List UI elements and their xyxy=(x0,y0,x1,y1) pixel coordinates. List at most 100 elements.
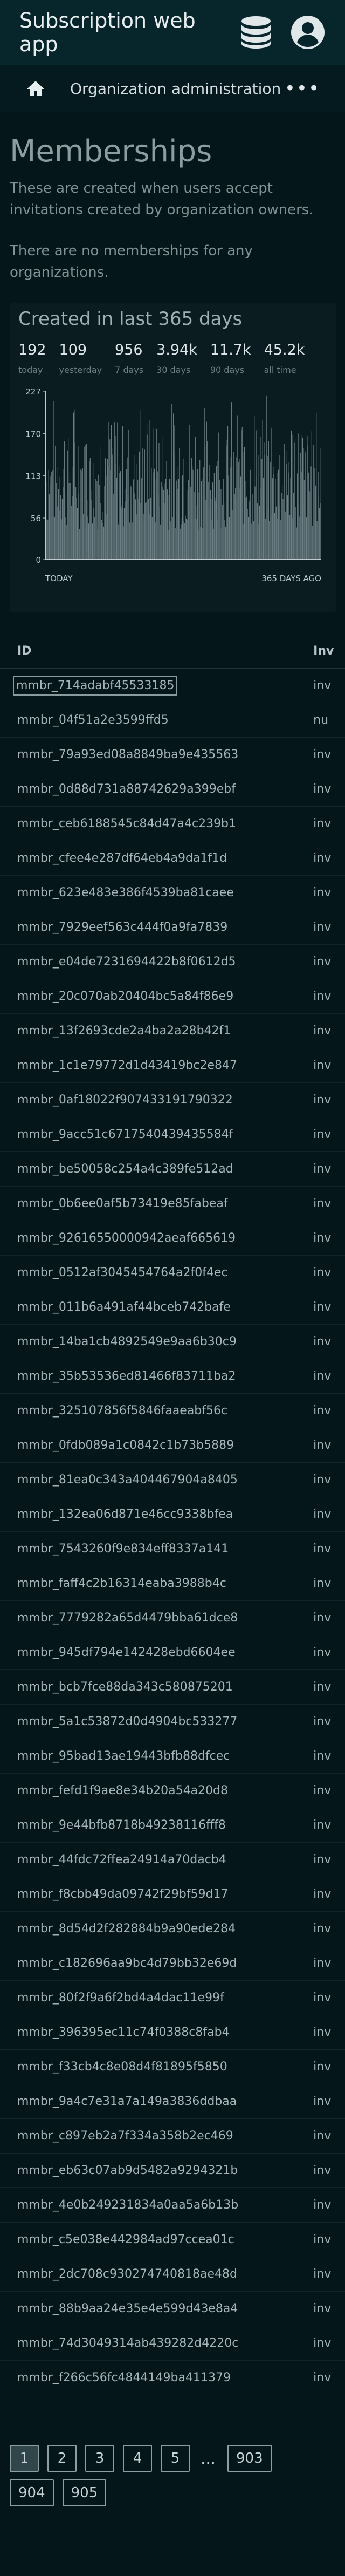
membership-id-cell[interactable]: mmbr_44fdc72ffea24914a70dacb4 xyxy=(17,1853,313,1866)
membership-id-cell[interactable]: mmbr_92616550000942aeaf665619 xyxy=(17,1231,313,1245)
membership-id-link[interactable]: mmbr_f266c56fc4844149ba411379 xyxy=(17,2371,231,2384)
membership-id-cell[interactable]: mmbr_623e483e386f4539ba81caee xyxy=(17,886,313,899)
table-row[interactable]: mmbr_4e0b249231834a0aa5a6b13b inv xyxy=(0,2188,345,2223)
membership-id-link[interactable]: mmbr_13f2693cde2a4ba2a28b42f1 xyxy=(17,1024,231,1038)
membership-id-link[interactable]: mmbr_8d54d2f282884b9a90ede284 xyxy=(17,1922,236,1936)
table-row[interactable]: mmbr_13f2693cde2a4ba2a28b42f1 inv xyxy=(0,1014,345,1048)
membership-id-link[interactable]: mmbr_04f51a2e3599ffd5 xyxy=(17,713,169,727)
membership-id-link[interactable]: mmbr_0512af3045454764a2f0f4ec xyxy=(17,1266,228,1279)
membership-id-link[interactable]: mmbr_35b53536ed81466f83711ba2 xyxy=(17,1369,236,1383)
membership-id-link[interactable]: mmbr_325107856f5846faaeabf56c xyxy=(17,1404,227,1418)
membership-id-cell[interactable]: mmbr_79a93ed08a8849ba9e435563 xyxy=(17,748,313,761)
membership-id-cell[interactable]: mmbr_be50058c254a4c389fe512ad xyxy=(17,1162,313,1176)
table-row[interactable]: mmbr_fefd1f9ae8e34b20a54a20d8 inv xyxy=(0,1774,345,1808)
page-button-5[interactable]: 5 xyxy=(161,2445,190,2472)
membership-id-link[interactable]: mmbr_396395ec11c74f0388c8fab4 xyxy=(17,2026,230,2039)
membership-id-link[interactable]: mmbr_92616550000942aeaf665619 xyxy=(17,1231,236,1245)
membership-id-link[interactable]: mmbr_e04de7231694422b8f0612d5 xyxy=(17,955,236,969)
membership-id-link[interactable]: mmbr_c182696aa9bc4d79bb32e69d xyxy=(17,1957,237,1970)
membership-id-cell[interactable]: mmbr_20c070ab20404bc5a84f86e9 xyxy=(17,990,313,1003)
membership-id-cell[interactable]: mmbr_9e44bfb8718b49238116fff8 xyxy=(17,1818,313,1832)
membership-id-cell[interactable]: mmbr_0512af3045454764a2f0f4ec xyxy=(17,1266,313,1279)
membership-id-link[interactable]: mmbr_011b6a491af44bceb742bafe xyxy=(17,1300,231,1314)
table-row[interactable]: mmbr_7929eef563c444f0a9fa7839 inv xyxy=(0,910,345,945)
table-row[interactable]: mmbr_81ea0c343a404467904a8405 inv xyxy=(0,1463,345,1497)
table-row[interactable]: mmbr_7543260f9e834eff8337a141 inv xyxy=(0,1532,345,1566)
table-row[interactable]: mmbr_f8cbb49da09742f29bf59d17 inv xyxy=(0,1877,345,1912)
membership-id-link[interactable]: mmbr_88b9aa24e35e4e599d43e8a4 xyxy=(17,2302,238,2315)
table-row[interactable]: mmbr_95bad13ae19443bfb88dfcec inv xyxy=(0,1739,345,1774)
table-row[interactable]: mmbr_79a93ed08a8849ba9e435563 inv xyxy=(0,738,345,772)
membership-id-link[interactable]: mmbr_0d88d731a88742629a399ebf xyxy=(17,782,236,796)
membership-id-link[interactable]: mmbr_be50058c254a4c389fe512ad xyxy=(17,1162,233,1176)
membership-id-cell[interactable]: mmbr_4e0b249231834a0aa5a6b13b xyxy=(17,2198,313,2212)
membership-id-link[interactable]: mmbr_623e483e386f4539ba81caee xyxy=(17,886,234,899)
membership-id-cell[interactable]: mmbr_2dc708c930274740818ae48d xyxy=(17,2267,313,2281)
membership-id-cell[interactable]: mmbr_74d3049314ab439282d4220c xyxy=(17,2336,313,2350)
membership-id-cell[interactable]: mmbr_325107856f5846faaeabf56c xyxy=(17,1404,313,1418)
membership-id-cell[interactable]: mmbr_9acc51c6717540439435584f xyxy=(17,1128,313,1141)
membership-id-cell[interactable]: mmbr_9a4c7e31a7a149a3836ddbaa xyxy=(17,2095,313,2108)
table-row[interactable]: mmbr_5a1c53872d0d4904bc533277 inv xyxy=(0,1705,345,1739)
membership-id-link[interactable]: mmbr_44fdc72ffea24914a70dacb4 xyxy=(17,1853,226,1866)
table-row[interactable]: mmbr_2dc708c930274740818ae48d inv xyxy=(0,2257,345,2292)
membership-id-link[interactable]: mmbr_faff4c2b16314eaba3988b4c xyxy=(17,1577,226,1590)
membership-id-cell[interactable]: mmbr_04f51a2e3599ffd5 xyxy=(17,713,313,727)
membership-id-link[interactable]: mmbr_9acc51c6717540439435584f xyxy=(17,1128,233,1141)
membership-id-link[interactable]: mmbr_c5e038e442984ad97cceа01c xyxy=(17,2233,234,2246)
table-row[interactable]: mmbr_9acc51c6717540439435584f inv xyxy=(0,1117,345,1152)
table-row[interactable]: mmbr_011b6a491af44bceb742bafe inv xyxy=(0,1290,345,1325)
table-row[interactable]: mmbr_eb63c07ab9d5482a9294321b inv xyxy=(0,2154,345,2188)
membership-id-link[interactable]: mmbr_20c070ab20404bc5a84f86e9 xyxy=(17,990,233,1003)
nav-title[interactable]: Organization administration xyxy=(70,80,285,98)
table-row[interactable]: mmbr_0d88d731a88742629a399ebf inv xyxy=(0,772,345,807)
table-row[interactable]: mmbr_80f2f9a6f2bd4a4dac11e99f inv xyxy=(0,1981,345,2015)
membership-id-link[interactable]: mmbr_14ba1cb4892549e9aa6b30c9 xyxy=(17,1335,237,1348)
column-header-invitation[interactable]: Inv xyxy=(313,644,345,658)
table-row[interactable]: mmbr_faff4c2b16314eaba3988b4c inv xyxy=(0,1566,345,1601)
table-row[interactable]: mmbr_88b9aa24e35e4e599d43e8a4 inv xyxy=(0,2292,345,2326)
membership-id-link[interactable]: mmbr_2dc708c930274740818ae48d xyxy=(17,2267,237,2281)
membership-id-cell[interactable]: mmbr_e04de7231694422b8f0612d5 xyxy=(17,955,313,969)
membership-id-cell[interactable]: mmbr_14ba1cb4892549e9aa6b30c9 xyxy=(17,1335,313,1348)
database-icon[interactable] xyxy=(238,15,274,50)
membership-id-link[interactable]: mmbr_714adabf45533185 xyxy=(12,676,178,696)
page-button-4[interactable]: 4 xyxy=(123,2445,152,2472)
page-button-2[interactable]: 2 xyxy=(47,2445,77,2472)
table-row[interactable]: mmbr_cfee4e287df64eb4a9da1f1d inv xyxy=(0,841,345,876)
page-button-904[interactable]: 904 xyxy=(10,2479,54,2506)
table-row[interactable]: mmbr_35b53536ed81466f83711ba2 inv xyxy=(0,1359,345,1394)
membership-id-link[interactable]: mmbr_7929eef563c444f0a9fa7839 xyxy=(17,921,227,934)
membership-id-cell[interactable]: mmbr_f266c56fc4844149ba411379 xyxy=(17,2371,313,2384)
table-row[interactable]: mmbr_325107856f5846faaeabf56c inv xyxy=(0,1394,345,1428)
home-icon[interactable] xyxy=(25,78,46,99)
table-row[interactable]: mmbr_f33cb4c8e08d4f81895f5850 inv xyxy=(0,2050,345,2084)
table-row[interactable]: mmbr_c5e038e442984ad97cceа01c inv xyxy=(0,2223,345,2257)
table-row[interactable]: mmbr_92616550000942aeaf665619 inv xyxy=(0,1221,345,1256)
membership-id-cell[interactable]: mmbr_0af18022f907433191790322 xyxy=(17,1093,313,1107)
page-button-905[interactable]: 905 xyxy=(62,2479,107,2506)
membership-id-cell[interactable]: mmbr_7543260f9e834eff8337a141 xyxy=(17,1542,313,1556)
membership-id-link[interactable]: mmbr_95bad13ae19443bfb88dfcec xyxy=(17,1749,230,1763)
membership-id-cell[interactable]: mmbr_1c1e79772d1d43419bc2e847 xyxy=(17,1059,313,1072)
membership-id-cell[interactable]: mmbr_011b6a491af44bceb742bafe xyxy=(17,1300,313,1314)
membership-id-cell[interactable]: mmbr_eb63c07ab9d5482a9294321b xyxy=(17,2164,313,2177)
membership-id-cell[interactable]: mmbr_80f2f9a6f2bd4a4dac11e99f xyxy=(17,1991,313,2005)
membership-id-cell[interactable]: mmbr_faff4c2b16314eaba3988b4c xyxy=(17,1577,313,1590)
membership-id-cell[interactable]: mmbr_0fdb089a1c0842c1b73b5889 xyxy=(17,1439,313,1452)
membership-id-cell[interactable]: mmbr_88b9aa24e35e4e599d43e8a4 xyxy=(17,2302,313,2315)
membership-id-link[interactable]: mmbr_c897eb2a7f334a358b2ec469 xyxy=(17,2129,233,2143)
page-button-903[interactable]: 903 xyxy=(227,2445,272,2472)
membership-id-cell[interactable]: mmbr_81ea0c343a404467904a8405 xyxy=(17,1473,313,1487)
page-button-3[interactable]: 3 xyxy=(85,2445,114,2472)
membership-id-cell[interactable]: mmbr_5a1c53872d0d4904bc533277 xyxy=(17,1715,313,1728)
membership-id-cell[interactable]: mmbr_95bad13ae19443bfb88dfcec xyxy=(17,1749,313,1763)
more-menu-icon[interactable]: ••• xyxy=(285,78,320,99)
table-row[interactable]: mmbr_7779282a65d4479bba61dce8 inv xyxy=(0,1601,345,1635)
membership-id-link[interactable]: mmbr_0fdb089a1c0842c1b73b5889 xyxy=(17,1439,234,1452)
table-row[interactable]: mmbr_20c070ab20404bc5a84f86e9 inv xyxy=(0,979,345,1014)
table-row[interactable]: mmbr_e04de7231694422b8f0612d5 inv xyxy=(0,945,345,979)
membership-id-cell[interactable]: mmbr_396395ec11c74f0388c8fab4 xyxy=(17,2026,313,2039)
membership-id-link[interactable]: mmbr_f33cb4c8e08d4f81895f5850 xyxy=(17,2060,227,2074)
table-row[interactable]: mmbr_44fdc72ffea24914a70dacb4 inv xyxy=(0,1843,345,1877)
